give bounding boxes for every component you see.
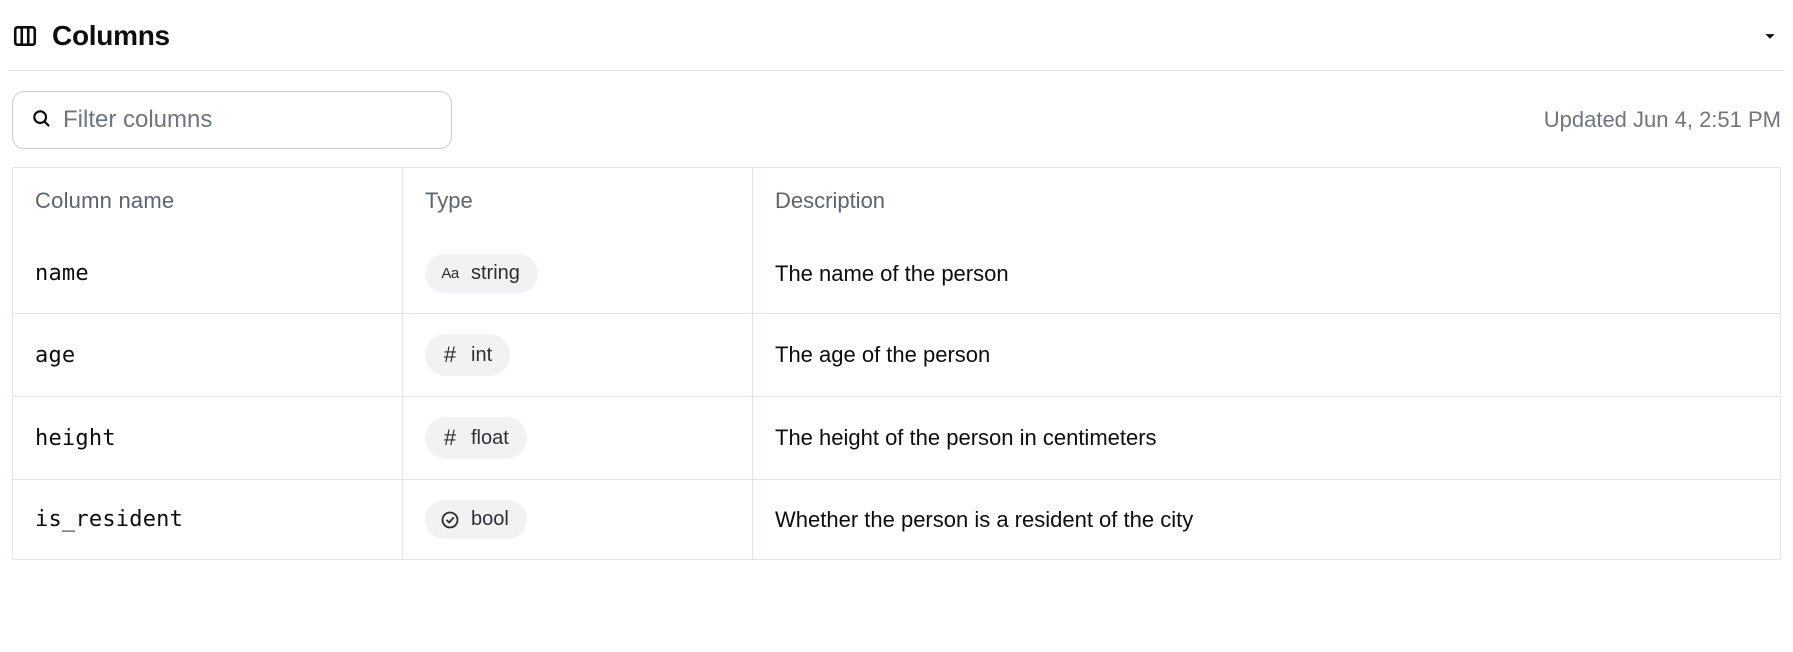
type-badge: Aa string: [425, 254, 538, 293]
bool-type-icon: [439, 510, 461, 530]
updated-label: Updated Jun 4, 2:51 PM: [1544, 107, 1781, 133]
filter-input[interactable]: [63, 106, 433, 134]
table-row: name Aa string The name of the person: [13, 234, 1780, 313]
type-label: float: [471, 427, 509, 450]
columns-icon: [12, 23, 38, 49]
number-type-icon: #: [439, 342, 461, 368]
column-type-cell: # int: [403, 314, 753, 396]
header-type: Type: [403, 168, 753, 234]
column-description-cell: The name of the person: [753, 234, 1780, 313]
controls-row: Updated Jun 4, 2:51 PM: [8, 71, 1785, 167]
column-name-cell: height: [13, 397, 403, 479]
column-type-cell: Aa string: [403, 234, 753, 313]
columns-table: Column name Type Description name Aastrin…: [12, 167, 1781, 560]
filter-field[interactable]: [12, 91, 452, 149]
column-description-cell: The age of the person: [753, 314, 1780, 396]
table-header-row: Column name Type Description: [13, 168, 1780, 234]
type-label: int: [471, 344, 492, 367]
column-type-cell: # float: [403, 397, 753, 479]
column-name-cell: age: [13, 314, 403, 396]
column-type-cell: bool: [403, 480, 753, 559]
section-header: Columns: [8, 8, 1785, 71]
type-label: string: [471, 262, 520, 285]
type-badge: # float: [425, 417, 527, 459]
column-name-cell: name: [13, 234, 403, 313]
column-name-cell: is_resident: [13, 480, 403, 559]
table-row: height # float The height of the person in …: [13, 396, 1780, 479]
section-header-left: Columns: [12, 20, 170, 52]
type-badge: bool: [425, 500, 527, 539]
collapse-toggle[interactable]: [1759, 25, 1781, 47]
column-description-cell: The height of the person in centimeters: [753, 397, 1780, 479]
text-type-icon: Aa: [439, 265, 461, 282]
header-description: Description: [753, 168, 1780, 234]
table-row: is_resident bool Whether the person is a r…: [13, 479, 1780, 559]
search-icon: [31, 108, 51, 133]
table-row: age # int The age of the person: [13, 313, 1780, 396]
type-badge: # int: [425, 334, 510, 376]
header-column-name: Column name: [13, 168, 403, 234]
column-description-cell: Whether the person is a resident of the …: [753, 480, 1780, 559]
type-label: bool: [471, 508, 509, 531]
number-type-icon: #: [439, 425, 461, 451]
section-title: Columns: [52, 20, 170, 52]
